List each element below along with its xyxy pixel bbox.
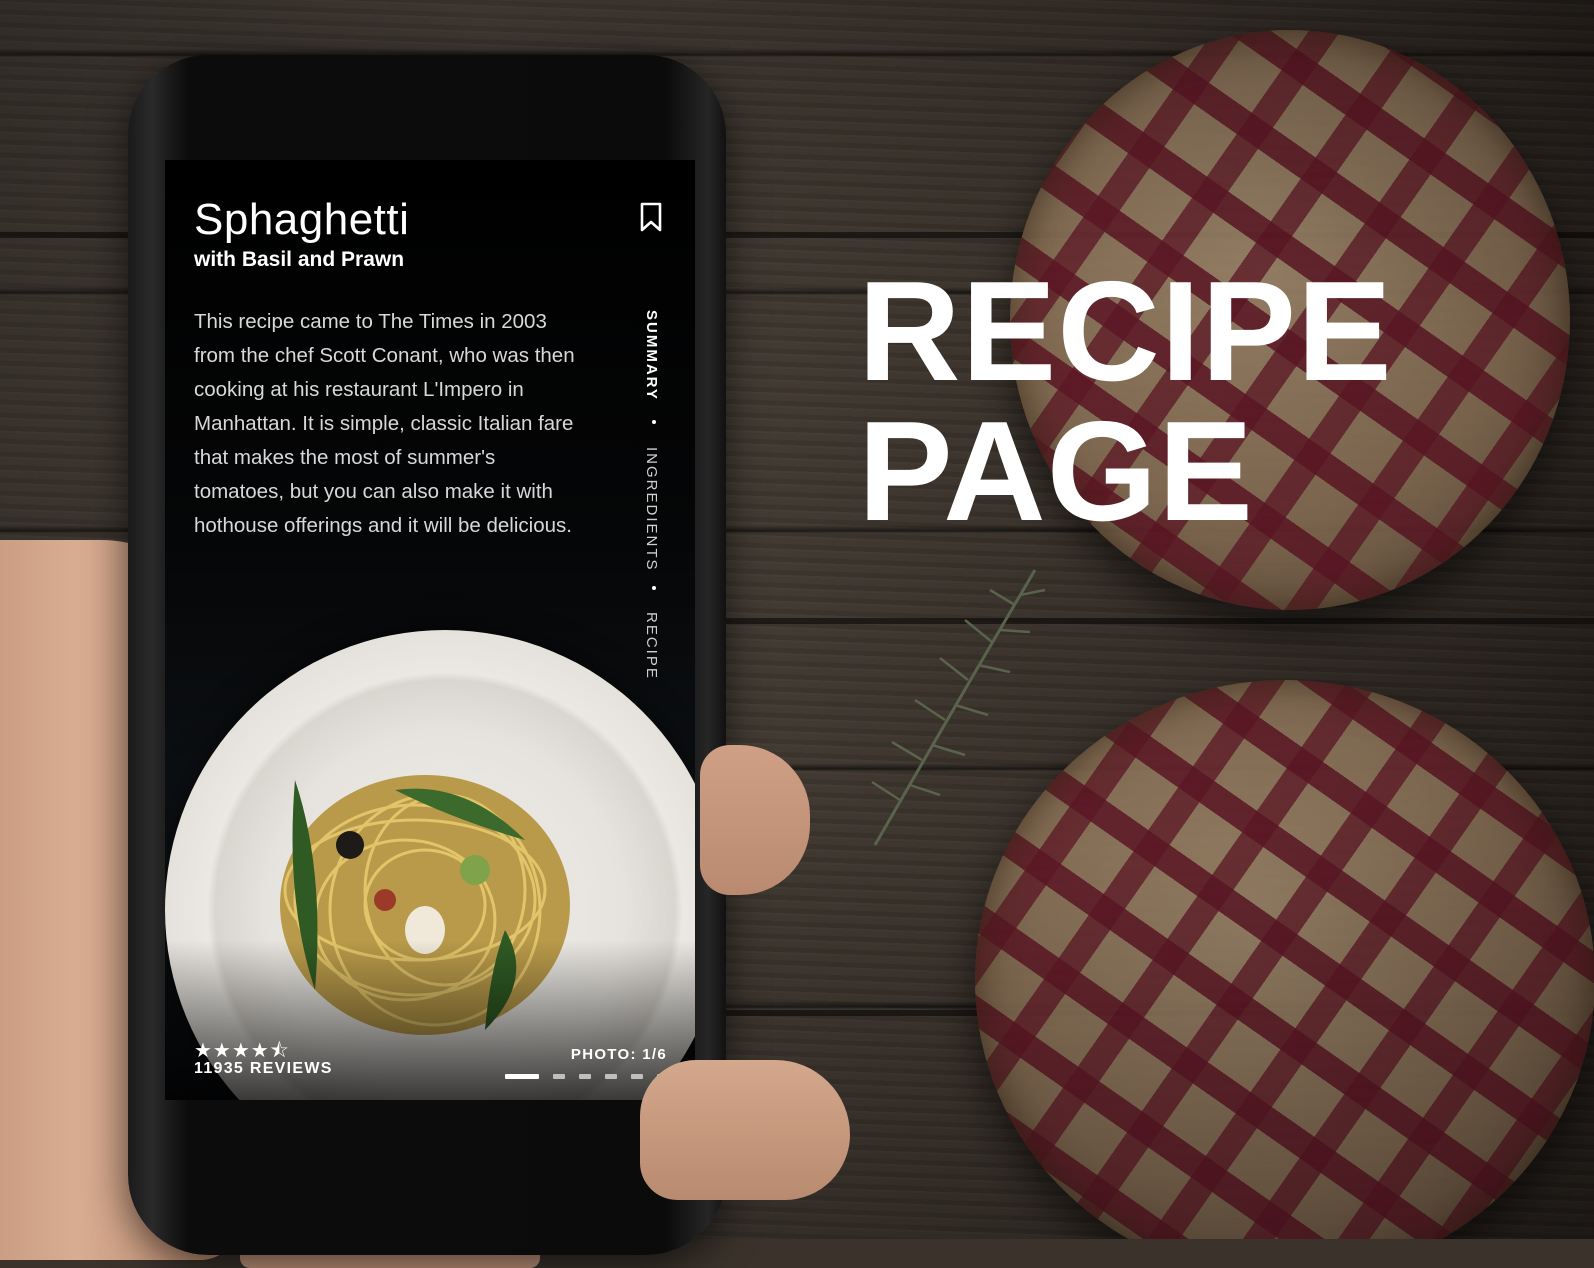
pager-dot-2[interactable] <box>553 1073 565 1079</box>
nav-separator-dot <box>652 586 656 590</box>
nav-separator-dot <box>652 420 656 424</box>
pager-dot-3[interactable] <box>579 1073 591 1079</box>
recipe-description: This recipe came to The Times in 2003 fr… <box>194 310 575 537</box>
pager-dot-4[interactable] <box>605 1073 617 1079</box>
hand-thumb-lower <box>640 1060 850 1200</box>
reviews-count[interactable]: 11935 REVIEWS <box>194 1060 333 1078</box>
pager-dot-5[interactable] <box>631 1073 643 1079</box>
hero-headline: RECIPE PAGE <box>858 252 1393 551</box>
photo-counter: PHOTO: 1/6 <box>570 1046 667 1063</box>
recipe-screen: Sphaghetti with Basil and Prawn This rec… <box>165 160 695 1100</box>
section-nav: SUMMARY INGREDIENTS RECIPE <box>643 310 669 680</box>
nav-summary[interactable]: SUMMARY <box>643 310 660 401</box>
photo-pager <box>505 1073 669 1079</box>
bookmark-icon[interactable] <box>639 202 663 232</box>
headline-line-1: RECIPE <box>858 252 1393 411</box>
recipe-title: Sphaghetti <box>194 195 410 244</box>
nav-ingredients[interactable]: INGREDIENTS <box>643 447 660 572</box>
nav-recipe[interactable]: RECIPE <box>643 612 660 680</box>
headline-line-2: PAGE <box>858 392 1254 551</box>
pager-dot-1[interactable] <box>505 1073 539 1079</box>
recipe-subtitle: with Basil and Prawn <box>194 248 405 271</box>
